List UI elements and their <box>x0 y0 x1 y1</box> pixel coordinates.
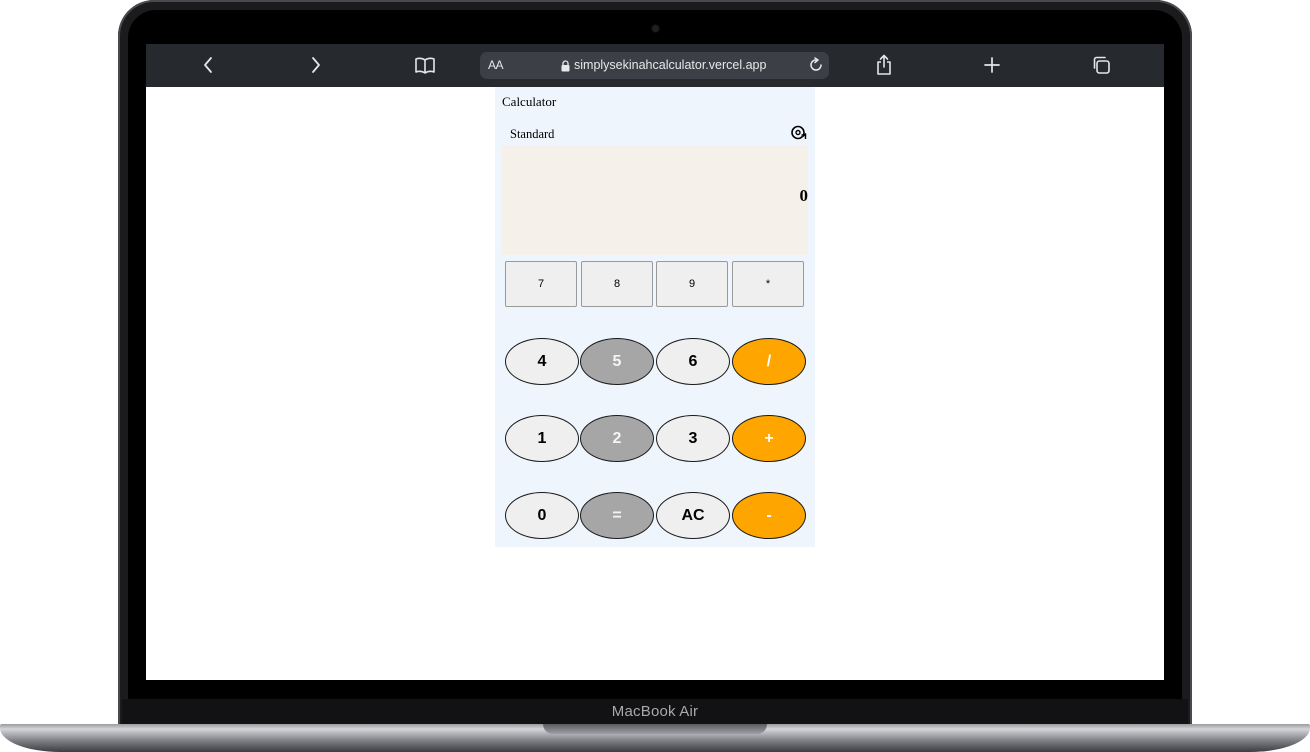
text-size-button[interactable]: AA <box>488 58 504 72</box>
address-bar[interactable]: AA simplysekinahcalculator.vercel.app <box>480 52 829 79</box>
key-3[interactable]: 3 <box>656 415 730 462</box>
key-multiply[interactable]: * <box>732 261 804 307</box>
app-title: Calculator <box>502 94 557 109</box>
share-icon[interactable] <box>871 52 897 78</box>
key-clear[interactable]: AC <box>656 492 730 539</box>
key-7[interactable]: 7 <box>505 261 577 307</box>
history-icon[interactable] <box>789 123 807 141</box>
key-add[interactable]: + <box>732 415 806 462</box>
key-4[interactable]: 4 <box>505 338 579 385</box>
key-equals[interactable]: = <box>580 492 654 539</box>
model-label: MacBook Air <box>611 703 699 720</box>
url-text: simplysekinahcalculator.vercel.app <box>574 58 767 72</box>
laptop-notch <box>543 724 767 734</box>
book-icon[interactable] <box>412 52 438 78</box>
chevron-right-icon[interactable] <box>303 52 329 78</box>
key-1[interactable]: 1 <box>505 415 579 462</box>
display-value: 0 <box>799 186 809 205</box>
reload-icon[interactable] <box>808 57 824 73</box>
mode-label: Standard <box>510 127 555 141</box>
browser-toolbar: AA simplysekinahcalculator.vercel.app <box>146 44 1164 87</box>
key-9[interactable]: 9 <box>656 261 728 307</box>
plus-icon[interactable] <box>979 52 1005 78</box>
screen: AA simplysekinahcalculator.vercel.app Ca… <box>146 44 1164 680</box>
key-2[interactable]: 2 <box>580 415 654 462</box>
chevron-left-icon[interactable] <box>195 52 221 78</box>
key-5[interactable]: 5 <box>580 338 654 385</box>
tabs-icon[interactable] <box>1088 52 1114 78</box>
key-subtract[interactable]: - <box>732 492 806 539</box>
camera <box>652 25 659 32</box>
calculator-app: Calculator Standard 0 7 8 9 * 4 5 6 / 1 … <box>495 87 815 547</box>
key-6[interactable]: 6 <box>656 338 730 385</box>
key-divide[interactable]: / <box>732 338 806 385</box>
result-display: 0 <box>502 145 808 255</box>
lock-icon <box>561 59 570 72</box>
key-8[interactable]: 8 <box>581 261 653 307</box>
key-0[interactable]: 0 <box>505 492 579 539</box>
